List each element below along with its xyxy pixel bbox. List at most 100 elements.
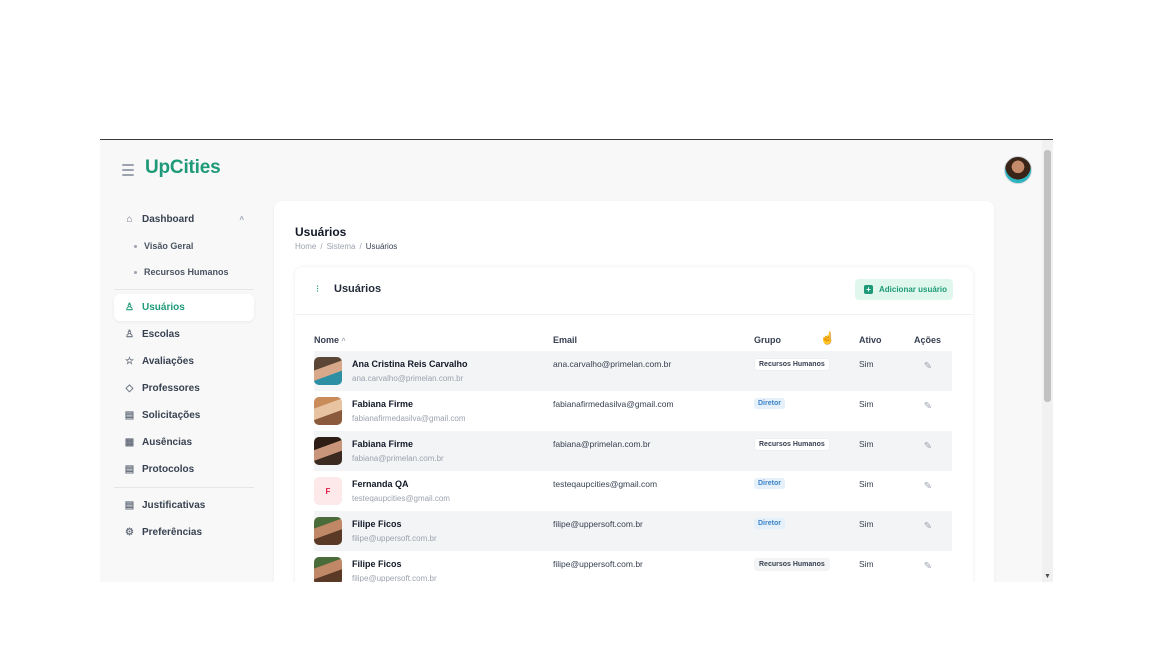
sidebar-item-professores[interactable]: ◇ Professores [114, 375, 254, 402]
menu-icon[interactable] [122, 164, 134, 176]
edit-icon[interactable]: ✎ [922, 481, 934, 493]
user-name: Fabiana Firme [352, 439, 414, 449]
user-email: filipe@uppersoft.com.br [553, 519, 643, 529]
edit-icon[interactable]: ✎ [922, 401, 934, 413]
sidebar-subitem-visao-geral[interactable]: Visão Geral [114, 233, 254, 259]
user-avatar [314, 397, 342, 425]
app-logo[interactable]: UpCities [145, 157, 221, 179]
gear-icon: ⚙ [125, 527, 134, 538]
active-status: Sim [859, 559, 874, 569]
group-badge: Diretor [754, 478, 785, 489]
table-row[interactable]: Filipe Ficos filipe@uppersoft.com.br fil… [314, 551, 952, 582]
users-table-body: Ana Cristina Reis Carvalho ana.carvalho@… [314, 351, 952, 582]
app-window: UpCities ▼ ⌂ Dashboard ^ Visão Geral Rec… [100, 139, 1053, 582]
column-header-grupo[interactable]: Grupo [754, 335, 781, 345]
user-email: fabianafirmedasilva@gmail.com [553, 399, 674, 409]
scroll-down-arrow-icon[interactable]: ▼ [1044, 573, 1051, 581]
breadcrumb-home[interactable]: Home [295, 242, 316, 251]
sort-asc-icon: ^ [341, 338, 346, 345]
edit-icon[interactable]: ✎ [922, 441, 934, 453]
table-row[interactable]: Fabiana Firme fabiana@primelan.com.br fa… [314, 431, 952, 471]
user-name: Filipe Ficos [352, 519, 402, 529]
user-avatar-initial: F [314, 477, 342, 505]
sidebar-item-solicitacoes[interactable]: ▤ Solicitações [114, 402, 254, 429]
sidebar-item-label: Protocolos [142, 464, 195, 475]
user-email: ana.carvalho@primelan.com.br [553, 359, 672, 369]
sidebar: ⌂ Dashboard ^ Visão Geral Recursos Human… [114, 206, 254, 546]
user-name: Fernanda QA [352, 479, 409, 489]
table-row[interactable]: Ana Cristina Reis Carvalho ana.carvalho@… [314, 351, 952, 391]
user-subtitle-email: ana.carvalho@primelan.com.br [352, 374, 464, 383]
add-user-button[interactable]: + Adicionar usuário [855, 279, 953, 300]
document-icon: ▤ [124, 500, 135, 511]
breadcrumb: Home / Sistema / Usuários [295, 242, 397, 251]
sidebar-item-label: Avaliações [142, 356, 194, 367]
scrollbar-thumb[interactable] [1044, 150, 1051, 402]
sidebar-subitem-label: Visão Geral [144, 241, 194, 251]
sidebar-subitem-label: Recursos Humanos [144, 267, 229, 277]
column-header-ativo[interactable]: Ativo [859, 335, 882, 345]
sidebar-item-label: Usuários [142, 302, 185, 313]
active-status: Sim [859, 439, 874, 449]
edit-icon[interactable]: ✎ [922, 521, 934, 533]
breadcrumb-separator: / [359, 242, 362, 251]
breadcrumb-separator: / [320, 242, 323, 251]
user-subtitle-email: testeqaupcities@gmail.com [352, 494, 450, 503]
user-subtitle-email: filipe@uppersoft.com.br [352, 574, 437, 582]
sidebar-item-label: Professores [142, 383, 200, 394]
sidebar-item-label: Escolas [142, 329, 180, 340]
edit-icon[interactable]: ✎ [922, 361, 934, 373]
bullet-dot [134, 244, 137, 248]
sidebar-item-justificativas[interactable]: ▤ Justificativas [114, 492, 254, 519]
user-avatar[interactable] [1004, 156, 1032, 184]
sidebar-item-escolas[interactable]: ♙ Escolas [114, 321, 254, 348]
sidebar-item-dashboard[interactable]: ⌂ Dashboard ^ [114, 206, 254, 233]
panel-divider [295, 314, 973, 315]
table-row[interactable]: F Fernanda QA testeqaupcities@gmail.com … [314, 471, 952, 511]
table-row[interactable]: Filipe Ficos filipe@uppersoft.com.br fil… [314, 511, 952, 551]
user-avatar [314, 357, 342, 385]
add-user-label: Adicionar usuário [879, 285, 948, 294]
group-badge: Recursos Humanos [754, 438, 830, 451]
user-name: Filipe Ficos [352, 559, 402, 569]
vertical-scrollbar[interactable]: ▼ [1042, 140, 1053, 582]
group-badge: Diretor [754, 518, 785, 529]
plus-icon: + [864, 285, 873, 294]
user-email: testeqaupcities@gmail.com [553, 479, 658, 489]
active-status: Sim [859, 399, 874, 409]
sidebar-item-label: Preferências [142, 527, 203, 538]
sidebar-divider [114, 289, 254, 290]
sidebar-item-usuarios[interactable]: ♙ Usuários [114, 294, 254, 321]
sidebar-item-preferencias[interactable]: ⚙ Preferências [114, 519, 254, 546]
sidebar-item-ausencias[interactable]: ▦ Ausências [114, 429, 254, 456]
edit-icon[interactable]: ✎ [922, 561, 934, 573]
sidebar-subitem-recursos-humanos[interactable]: Recursos Humanos [114, 259, 254, 285]
document-icon: ▤ [124, 410, 135, 421]
sidebar-item-label: Dashboard [142, 214, 195, 225]
top-bar: UpCities [100, 140, 1042, 200]
document-icon: ▤ [124, 464, 135, 475]
column-header-email[interactable]: Email [553, 335, 577, 345]
bullet-dot [134, 270, 137, 274]
sidebar-item-label: Ausências [142, 437, 193, 448]
sidebar-item-protocolos[interactable]: ▤ Protocolos [114, 456, 254, 483]
users-icon: ⁝ [316, 284, 320, 295]
column-header-acoes: Ações [914, 335, 942, 345]
table-row[interactable]: Fabiana Firme fabianafirmedasilva@gmail.… [314, 391, 952, 431]
user-avatar [314, 517, 342, 545]
group-badge: Recursos Humanos [754, 558, 830, 571]
main-content: Usuários Home / Sistema / Usuários ⁝ Usu… [274, 201, 994, 582]
breadcrumb-sistema[interactable]: Sistema [327, 242, 356, 251]
sidebar-item-label: Justificativas [142, 500, 206, 511]
group-badge: Diretor [754, 398, 785, 409]
sidebar-item-avaliacoes[interactable]: ☆ Avaliações [114, 348, 254, 375]
user-subtitle-email: filipe@uppersoft.com.br [352, 534, 437, 543]
sidebar-divider [114, 487, 254, 488]
panel-title: Usuários [334, 283, 382, 295]
user-name: Fabiana Firme [352, 399, 414, 409]
user-icon: ♙ [125, 302, 134, 313]
graduation-cap-icon: ◇ [125, 383, 134, 394]
column-header-nome[interactable]: Nome ^ [314, 335, 346, 345]
active-status: Sim [859, 479, 874, 489]
chevron-up-icon[interactable]: ^ [239, 215, 244, 224]
